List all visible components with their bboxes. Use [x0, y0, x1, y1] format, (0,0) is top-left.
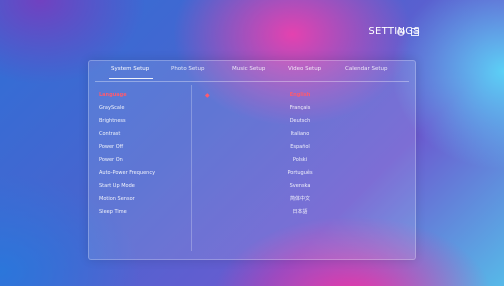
menu-item-language[interactable]: Language	[97, 89, 187, 102]
language-option-svenska[interactable]: Svenska	[201, 180, 399, 193]
language-option-italiano[interactable]: Italiano	[201, 128, 399, 141]
language-option-francais[interactable]: Français	[201, 102, 399, 115]
header-icons	[396, 27, 420, 37]
language-options: ◆ English Français Deutsch Italiano Espa…	[201, 89, 399, 219]
divider	[95, 81, 409, 82]
language-option-english[interactable]: ◆ English	[201, 89, 399, 102]
tab-calendar-setup[interactable]: Calendar Setup	[345, 66, 388, 72]
column-divider	[191, 85, 192, 251]
language-option-espanol[interactable]: Español	[201, 141, 399, 154]
menu-item-sleep-time[interactable]: Sleep Time	[97, 206, 187, 219]
tab-music-setup[interactable]: Music Setup	[232, 66, 265, 72]
tab-video-setup[interactable]: Video Setup	[288, 66, 321, 72]
settings-menu: Language GrayScale Brightness Contrast P…	[97, 89, 187, 219]
menu-item-start-up-mode[interactable]: Start Up Mode	[97, 180, 187, 193]
menu-item-contrast[interactable]: Contrast	[97, 128, 187, 141]
language-option-portugues[interactable]: Português	[201, 167, 399, 180]
language-option-label: English	[289, 92, 311, 98]
menu-item-power-on[interactable]: Power On	[97, 154, 187, 167]
menu-item-motion-sensor[interactable]: Motion Sensor	[97, 193, 187, 206]
menu-item-grayscale[interactable]: GrayScale	[97, 102, 187, 115]
menu-item-brightness[interactable]: Brightness	[97, 115, 187, 128]
tab-bar: System Setup Photo Setup Music Setup Vid…	[89, 66, 415, 80]
language-option-deutsch[interactable]: Deutsch	[201, 115, 399, 128]
language-option-polski[interactable]: Polski	[201, 154, 399, 167]
menu-item-power-off[interactable]: Power Off	[97, 141, 187, 154]
tab-photo-setup[interactable]: Photo Setup	[171, 66, 204, 72]
menu-item-auto-power-frequency[interactable]: Auto-Power Frequency	[97, 167, 187, 180]
exit-icon[interactable]	[410, 27, 420, 37]
language-option-chinese[interactable]: 简体中文	[201, 193, 399, 206]
tab-system-setup[interactable]: System Setup	[111, 66, 149, 72]
gear-icon[interactable]	[396, 27, 406, 37]
selected-marker-icon: ◆	[205, 92, 210, 99]
settings-panel: System Setup Photo Setup Music Setup Vid…	[88, 60, 416, 260]
language-option-japanese[interactable]: 日本語	[201, 206, 399, 219]
active-tab-indicator	[109, 78, 153, 79]
